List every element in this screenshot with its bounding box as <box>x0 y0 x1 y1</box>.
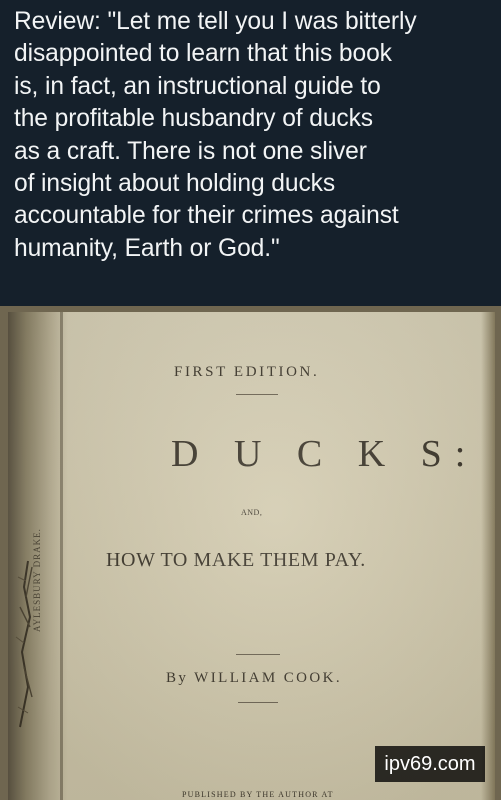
spine-crease <box>60 312 63 800</box>
book-title: D U C K S: <box>171 433 479 475</box>
page-edge <box>481 312 495 800</box>
book-subtitle: HOW TO MAKE THEM PAY. <box>106 549 366 571</box>
divider <box>236 394 278 395</box>
title-page: AYLESBURY DRAKE. FIRST EDITION. D U C K … <box>8 312 495 800</box>
divider <box>238 702 278 703</box>
watermark-text: ipv69.com <box>384 752 476 775</box>
plate-caption: AYLESBURY DRAKE. <box>32 528 42 632</box>
review-text: Review: "Let me tell you I was bitterly … <box>14 8 417 262</box>
author-line: By WILLIAM COOK. <box>166 670 343 686</box>
watermark: ipv69.com <box>375 746 485 782</box>
publisher-line: PUBLISHED BY THE AUTHOR AT <box>182 790 334 799</box>
title-conjunction: AND, <box>241 508 263 517</box>
book-photo: AYLESBURY DRAKE. FIRST EDITION. D U C K … <box>0 306 501 800</box>
edition-label: FIRST EDITION. <box>174 364 320 380</box>
divider <box>236 654 280 655</box>
